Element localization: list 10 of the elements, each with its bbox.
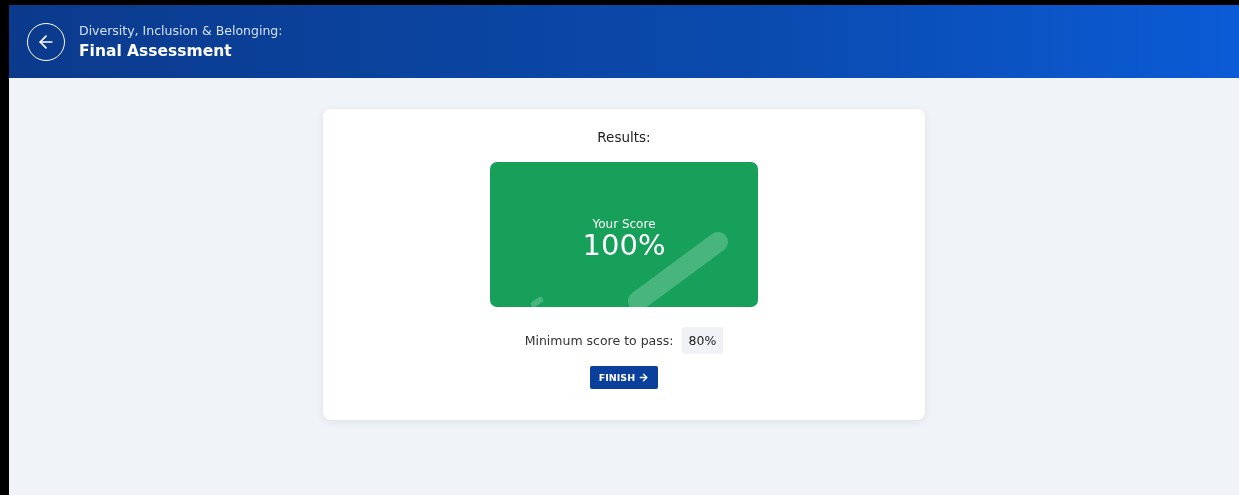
results-heading: Results: bbox=[597, 129, 651, 145]
minimum-score-label: Minimum score to pass: bbox=[524, 333, 674, 348]
stripe-shape bbox=[531, 297, 543, 307]
score-value: 100% bbox=[582, 231, 666, 260]
finish-button[interactable]: FINISH bbox=[589, 366, 659, 389]
score-label: Your Score bbox=[592, 217, 656, 231]
page-title: Final Assessment bbox=[79, 42, 233, 60]
minimum-score-value: 80% bbox=[681, 327, 724, 354]
arrow-right-icon bbox=[638, 372, 650, 383]
course-name: Diversity, Inclusion & Belonging: bbox=[79, 23, 283, 38]
